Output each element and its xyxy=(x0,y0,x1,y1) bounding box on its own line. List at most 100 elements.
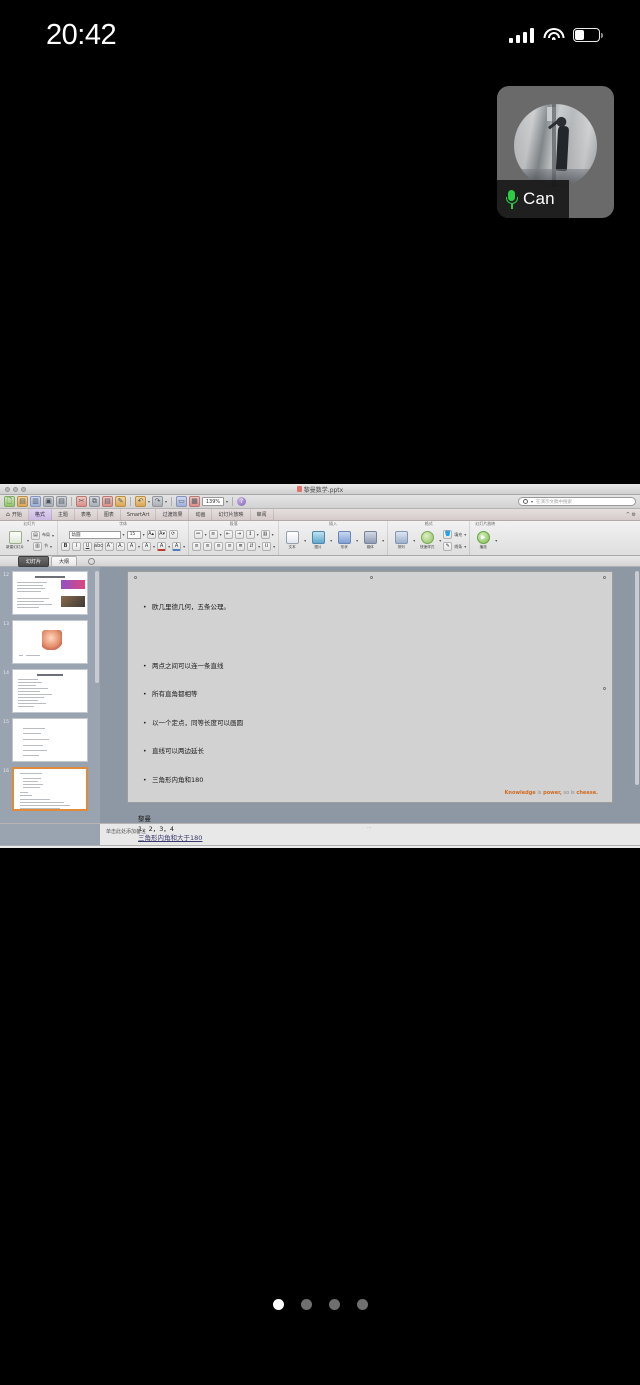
convert-smartart-icon[interactable]: ⌷ xyxy=(262,542,272,551)
slide-sorter-view-icon[interactable]: ▦ xyxy=(19,847,30,848)
decrease-indent-icon[interactable]: ⇤ xyxy=(223,530,233,539)
tab-format[interactable]: 格式 xyxy=(28,509,52,520)
powerpoint-status-bar[interactable]: ▤ ▦ ▣ 普通视图 幻灯片 16 的 16 139% ⤢ xyxy=(0,845,640,848)
tab-animations[interactable]: 动画 xyxy=(189,509,213,520)
print-icon[interactable]: ▤ xyxy=(56,496,67,507)
bullets-icon[interactable]: ≔ xyxy=(193,530,203,539)
tab-slideshow[interactable]: 幻灯片放映 xyxy=(212,509,251,520)
grow-font-icon[interactable]: A▴ xyxy=(146,530,156,539)
tab-smartart[interactable]: SmartArt xyxy=(121,509,157,520)
list-item[interactable]: 12 xyxy=(0,571,100,620)
insert-shape-caret-icon[interactable]: ▾ xyxy=(356,538,358,543)
page-dot-1[interactable] xyxy=(272,1299,284,1310)
align-text-caret-icon[interactable]: ▾ xyxy=(258,544,260,549)
font-name-caret-icon[interactable]: ▾ xyxy=(123,532,125,537)
arrange-caret-icon[interactable]: ▾ xyxy=(413,538,415,543)
cut-icon[interactable]: ✂ xyxy=(76,496,87,507)
slide-thumbnail-selected[interactable] xyxy=(12,767,88,811)
slide-thumbnail[interactable] xyxy=(12,571,88,615)
superscript-icon[interactable]: A˙ xyxy=(105,542,115,551)
fill-caret-icon[interactable]: ▾ xyxy=(464,532,466,537)
undo-icon[interactable]: ↶ xyxy=(135,496,146,507)
play-button[interactable]: ▶ 播放 xyxy=(473,531,493,550)
font-name-input[interactable]: 幼圆 xyxy=(68,530,121,539)
align-center-icon[interactable]: ≡ xyxy=(203,542,213,551)
save-icon[interactable]: ▣ xyxy=(43,496,54,507)
play-caret-icon[interactable]: ▾ xyxy=(495,538,497,543)
font-size-caret-icon[interactable]: ▾ xyxy=(143,532,145,537)
quick-access-toolbar[interactable]: 🗋 ▤ ▥ ▣ ▤ ✂ ⧉ ▤ ✎ ↶ ▾ ↷ ▾ ▭ ▦ 139% ▾ ? ▾ xyxy=(0,495,640,509)
search-caret-icon[interactable]: ▾ xyxy=(531,499,533,504)
zoom-slider[interactable] xyxy=(577,848,621,849)
layout-icon[interactable]: ▤ xyxy=(31,530,41,540)
tab-tables[interactable]: 表格 xyxy=(75,509,98,520)
clear-formatting-icon[interactable]: ⟳ xyxy=(168,530,178,539)
help-icon[interactable]: ? xyxy=(237,497,247,506)
shared-screen-powerpoint[interactable]: 黎曼数学.pptx 🗋 ▤ ▥ ▣ ▤ ✂ ⧉ ▤ ✎ ↶ ▾ ↷ ▾ ▭ ▦ … xyxy=(0,484,640,848)
layout-caret-icon[interactable]: ▾ xyxy=(52,533,54,538)
tab-transitions[interactable]: 过渡效果 xyxy=(156,509,190,520)
insert-picture-caret-icon[interactable]: ▾ xyxy=(330,538,332,543)
quick-styles-button[interactable]: 快速样式 xyxy=(417,531,437,550)
pane-tab-outline[interactable]: 大纲 xyxy=(51,555,78,567)
font-color-icon[interactable]: A xyxy=(157,542,167,551)
save-as-icon[interactable]: ▥ xyxy=(30,496,41,507)
textbox-handle[interactable] xyxy=(134,576,137,579)
shrink-font-icon[interactable]: A▾ xyxy=(157,530,167,539)
char-spacing-icon[interactable]: A xyxy=(142,542,152,551)
page-indicator[interactable] xyxy=(0,1299,640,1310)
text-effects-icon[interactable]: A xyxy=(127,542,137,551)
video-call-participant-tile[interactable]: Can xyxy=(497,86,614,218)
highlight-caret-icon[interactable]: ▾ xyxy=(183,544,185,549)
zoom-caret-icon[interactable]: ▾ xyxy=(226,499,228,504)
justify-icon[interactable]: ≡ xyxy=(225,542,235,551)
toolbar-zoom-value[interactable]: 139% xyxy=(202,497,225,506)
columns-caret-icon[interactable]: ▾ xyxy=(272,532,274,537)
slide-thumbnail[interactable] xyxy=(12,669,88,713)
copy-icon[interactable]: ⧉ xyxy=(89,496,100,507)
text-effects-caret-icon[interactable]: ▾ xyxy=(138,544,140,549)
insert-media-caret-icon[interactable]: ▾ xyxy=(382,538,384,543)
arrange-button[interactable]: 排列 xyxy=(391,531,411,550)
slide-thumbnail-pane[interactable]: 12 13 14 15 16 xyxy=(0,567,100,823)
list-item[interactable]: 16 xyxy=(0,767,100,816)
new-slide-button[interactable]: 新建幻灯片 xyxy=(5,531,25,550)
bullets-caret-icon[interactable]: ▾ xyxy=(205,532,207,537)
numbering-caret-icon[interactable]: ▾ xyxy=(220,532,222,537)
insert-picture-button[interactable]: 图片 xyxy=(308,531,328,550)
normal-view-icon[interactable]: ▤ xyxy=(4,847,15,848)
section-caret-icon[interactable]: ▾ xyxy=(50,544,52,549)
textbox-handle[interactable] xyxy=(603,576,606,579)
align-left-icon[interactable]: ≡ xyxy=(192,542,202,551)
notes-pane[interactable]: ⋯ 单击此处添加备注 xyxy=(0,823,640,845)
italic-icon[interactable]: I xyxy=(72,542,82,551)
search-input[interactable]: ▾ 在演示文稿中搜索 xyxy=(518,497,636,506)
textbox-handle[interactable] xyxy=(603,687,606,690)
slide-thumbnail[interactable] xyxy=(12,718,88,762)
line-caret-icon[interactable]: ▾ xyxy=(464,544,466,549)
columns-icon[interactable]: ▥ xyxy=(260,530,270,539)
presentation-icon[interactable]: ▭ xyxy=(176,496,188,507)
align-right-icon[interactable]: ≡ xyxy=(214,542,224,551)
page-dot-4[interactable] xyxy=(356,1299,368,1310)
undo-caret-icon[interactable]: ▾ xyxy=(148,499,150,504)
presenter-view-icon[interactable]: ▣ xyxy=(34,847,45,848)
section-icon[interactable]: ▥ xyxy=(33,541,43,551)
page-dot-2[interactable] xyxy=(300,1299,312,1310)
insert-media-button[interactable]: 媒体 xyxy=(360,531,380,550)
slide-thumbnail[interactable] xyxy=(12,620,88,664)
pane-tab-slides[interactable]: 幻灯片 xyxy=(18,555,50,567)
char-spacing-caret-icon[interactable]: ▾ xyxy=(153,544,155,549)
tab-review[interactable]: 审阅 xyxy=(251,509,274,520)
redo-icon[interactable]: ↷ xyxy=(152,496,164,507)
line-spacing-caret-icon[interactable]: ▾ xyxy=(257,532,259,537)
list-item[interactable]: 15 xyxy=(0,718,100,767)
bold-icon[interactable]: B xyxy=(61,542,71,551)
notes-resize-grip[interactable]: ⋯ xyxy=(367,825,373,831)
highlight-color-icon[interactable]: A xyxy=(172,542,182,551)
fill-icon[interactable]: 🪣 xyxy=(443,530,453,539)
new-presentation-icon[interactable]: 🗋 xyxy=(4,496,15,507)
slide-canvas[interactable]: 欧几里德几何，五条公理。 两点之间可以连一条直线 所有直角都相等 以一个定点，同… xyxy=(127,571,613,842)
open-icon[interactable]: ▤ xyxy=(17,496,28,507)
insert-shape-button[interactable]: 形状 xyxy=(334,531,354,550)
